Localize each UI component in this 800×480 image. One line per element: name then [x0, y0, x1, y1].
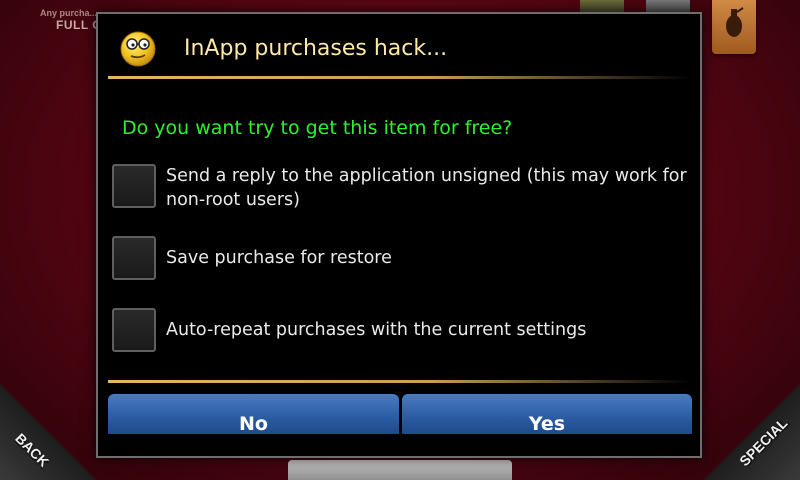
dialog-title: InApp purchases hack...: [184, 36, 448, 61]
buttons-divider: [108, 380, 692, 383]
special-tab: [712, 0, 756, 54]
inapp-hack-dialog: InApp purchases hack... Do you want try …: [96, 12, 702, 458]
no-button[interactable]: No: [108, 394, 399, 434]
smiley-glasses-icon: [120, 31, 156, 67]
background-bottom-tab: [288, 460, 512, 480]
checkbox-send-unsigned[interactable]: [112, 164, 156, 208]
promo-small-text: Any purcha...: [40, 8, 98, 18]
grenade-icon: [726, 7, 744, 37]
yes-button[interactable]: Yes: [402, 394, 692, 434]
background-promo: Any purcha... FULL C: [40, 8, 101, 32]
checkbox-auto-repeat[interactable]: [112, 308, 156, 352]
back-page-curl: [0, 384, 100, 480]
promo-big-text: FULL C: [56, 18, 102, 32]
option-label: Save purchase for restore: [166, 248, 392, 268]
option-label: Send a reply to the application unsigned…: [166, 166, 687, 210]
option-label: Auto-repeat purchases with the current s…: [166, 320, 587, 340]
dialog-title-row: InApp purchases hack...: [98, 14, 700, 80]
title-divider: [108, 76, 692, 79]
checkbox-save-purchase[interactable]: [112, 236, 156, 280]
dialog-question: Do you want try to get this item for fre…: [122, 117, 513, 139]
